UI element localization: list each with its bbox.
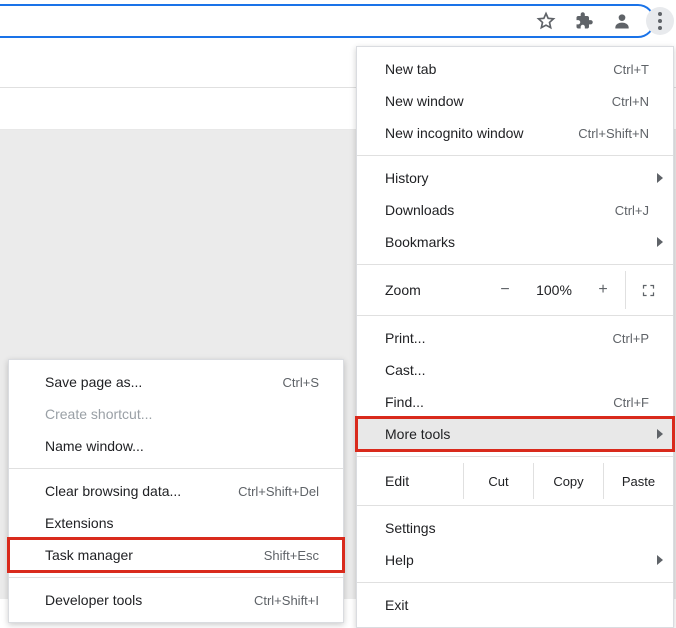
menu-find[interactable]: Find... Ctrl+F: [357, 386, 673, 418]
menu-label: Find...: [385, 394, 613, 410]
menu-label: Create shortcut...: [45, 406, 325, 422]
menu-zoom-row: Zoom − 100% +: [357, 271, 673, 309]
submenu-name-window[interactable]: Name window...: [9, 430, 343, 462]
zoom-label: Zoom: [357, 282, 483, 298]
menu-label: Clear browsing data...: [45, 483, 238, 499]
menu-edit-row: Edit Cut Copy Paste: [357, 463, 673, 499]
submenu-save-page[interactable]: Save page as... Ctrl+S: [9, 366, 343, 398]
menu-separator: [357, 264, 673, 265]
zoom-in-button[interactable]: +: [581, 281, 625, 299]
menu-label: Extensions: [45, 515, 325, 531]
menu-label: Settings: [385, 520, 655, 536]
menu-separator: [357, 456, 673, 457]
menu-label: New window: [385, 93, 612, 109]
menu-new-window[interactable]: New window Ctrl+N: [357, 85, 673, 117]
menu-shortcut: Ctrl+N: [612, 94, 649, 109]
chevron-right-icon: [657, 173, 663, 183]
profile-icon[interactable]: [608, 7, 636, 35]
menu-help[interactable]: Help: [357, 544, 673, 576]
menu-shortcut: Ctrl+S: [283, 375, 319, 390]
menu-label: History: [385, 170, 655, 186]
menu-exit[interactable]: Exit: [357, 589, 673, 621]
paste-button[interactable]: Paste: [603, 463, 673, 499]
menu-shortcut: Ctrl+T: [613, 62, 649, 77]
menu-cast[interactable]: Cast...: [357, 354, 673, 386]
menu-separator: [9, 468, 343, 469]
submenu-task-manager[interactable]: Task manager Shift+Esc: [9, 539, 343, 571]
chevron-right-icon: [657, 237, 663, 247]
menu-separator: [9, 577, 343, 578]
menu-label: Name window...: [45, 438, 325, 454]
menu-shortcut: Ctrl+Shift+Del: [238, 484, 319, 499]
menu-label: Downloads: [385, 202, 615, 218]
main-menu: New tab Ctrl+T New window Ctrl+N New inc…: [356, 46, 674, 628]
menu-print[interactable]: Print... Ctrl+P: [357, 322, 673, 354]
edit-label: Edit: [357, 473, 463, 489]
menu-shortcut: Ctrl+Shift+I: [254, 593, 319, 608]
menu-label: Bookmarks: [385, 234, 655, 250]
menu-label: New tab: [385, 61, 613, 77]
zoom-value: 100%: [527, 282, 581, 298]
menu-downloads[interactable]: Downloads Ctrl+J: [357, 194, 673, 226]
more-icon[interactable]: [646, 7, 674, 35]
menu-label: Task manager: [45, 547, 264, 563]
menu-new-tab[interactable]: New tab Ctrl+T: [357, 53, 673, 85]
menu-history[interactable]: History: [357, 162, 673, 194]
menu-label: Developer tools: [45, 592, 254, 608]
fullscreen-button[interactable]: [625, 271, 671, 309]
extensions-icon[interactable]: [570, 7, 598, 35]
submenu-clear-data[interactable]: Clear browsing data... Ctrl+Shift+Del: [9, 475, 343, 507]
menu-separator: [357, 315, 673, 316]
fullscreen-icon: [641, 283, 656, 298]
copy-button[interactable]: Copy: [533, 463, 603, 499]
menu-bookmarks[interactable]: Bookmarks: [357, 226, 673, 258]
menu-separator: [357, 505, 673, 506]
menu-settings[interactable]: Settings: [357, 512, 673, 544]
menu-separator: [357, 582, 673, 583]
menu-shortcut: Ctrl+J: [615, 203, 649, 218]
chevron-right-icon: [657, 429, 663, 439]
browser-toolbar: [0, 0, 676, 42]
star-icon[interactable]: [532, 7, 560, 35]
menu-label: Print...: [385, 330, 613, 346]
menu-new-incognito[interactable]: New incognito window Ctrl+Shift+N: [357, 117, 673, 149]
menu-shortcut: Ctrl+Shift+N: [578, 126, 649, 141]
menu-label: New incognito window: [385, 125, 578, 141]
cut-button[interactable]: Cut: [463, 463, 533, 499]
zoom-out-button[interactable]: −: [483, 281, 527, 299]
menu-label: Cast...: [385, 362, 655, 378]
menu-shortcut: Ctrl+F: [613, 395, 649, 410]
menu-label: Help: [385, 552, 655, 568]
chevron-right-icon: [657, 555, 663, 565]
menu-label: Exit: [385, 597, 655, 613]
menu-more-tools[interactable]: More tools: [357, 418, 673, 450]
menu-shortcut: Shift+Esc: [264, 548, 319, 563]
menu-label: More tools: [385, 426, 655, 442]
menu-shortcut: Ctrl+P: [613, 331, 649, 346]
submenu-developer-tools[interactable]: Developer tools Ctrl+Shift+I: [9, 584, 343, 616]
menu-separator: [357, 155, 673, 156]
submenu-extensions[interactable]: Extensions: [9, 507, 343, 539]
submenu-create-shortcut: Create shortcut...: [9, 398, 343, 430]
menu-label: Save page as...: [45, 374, 283, 390]
more-tools-submenu: Save page as... Ctrl+S Create shortcut..…: [8, 359, 344, 623]
